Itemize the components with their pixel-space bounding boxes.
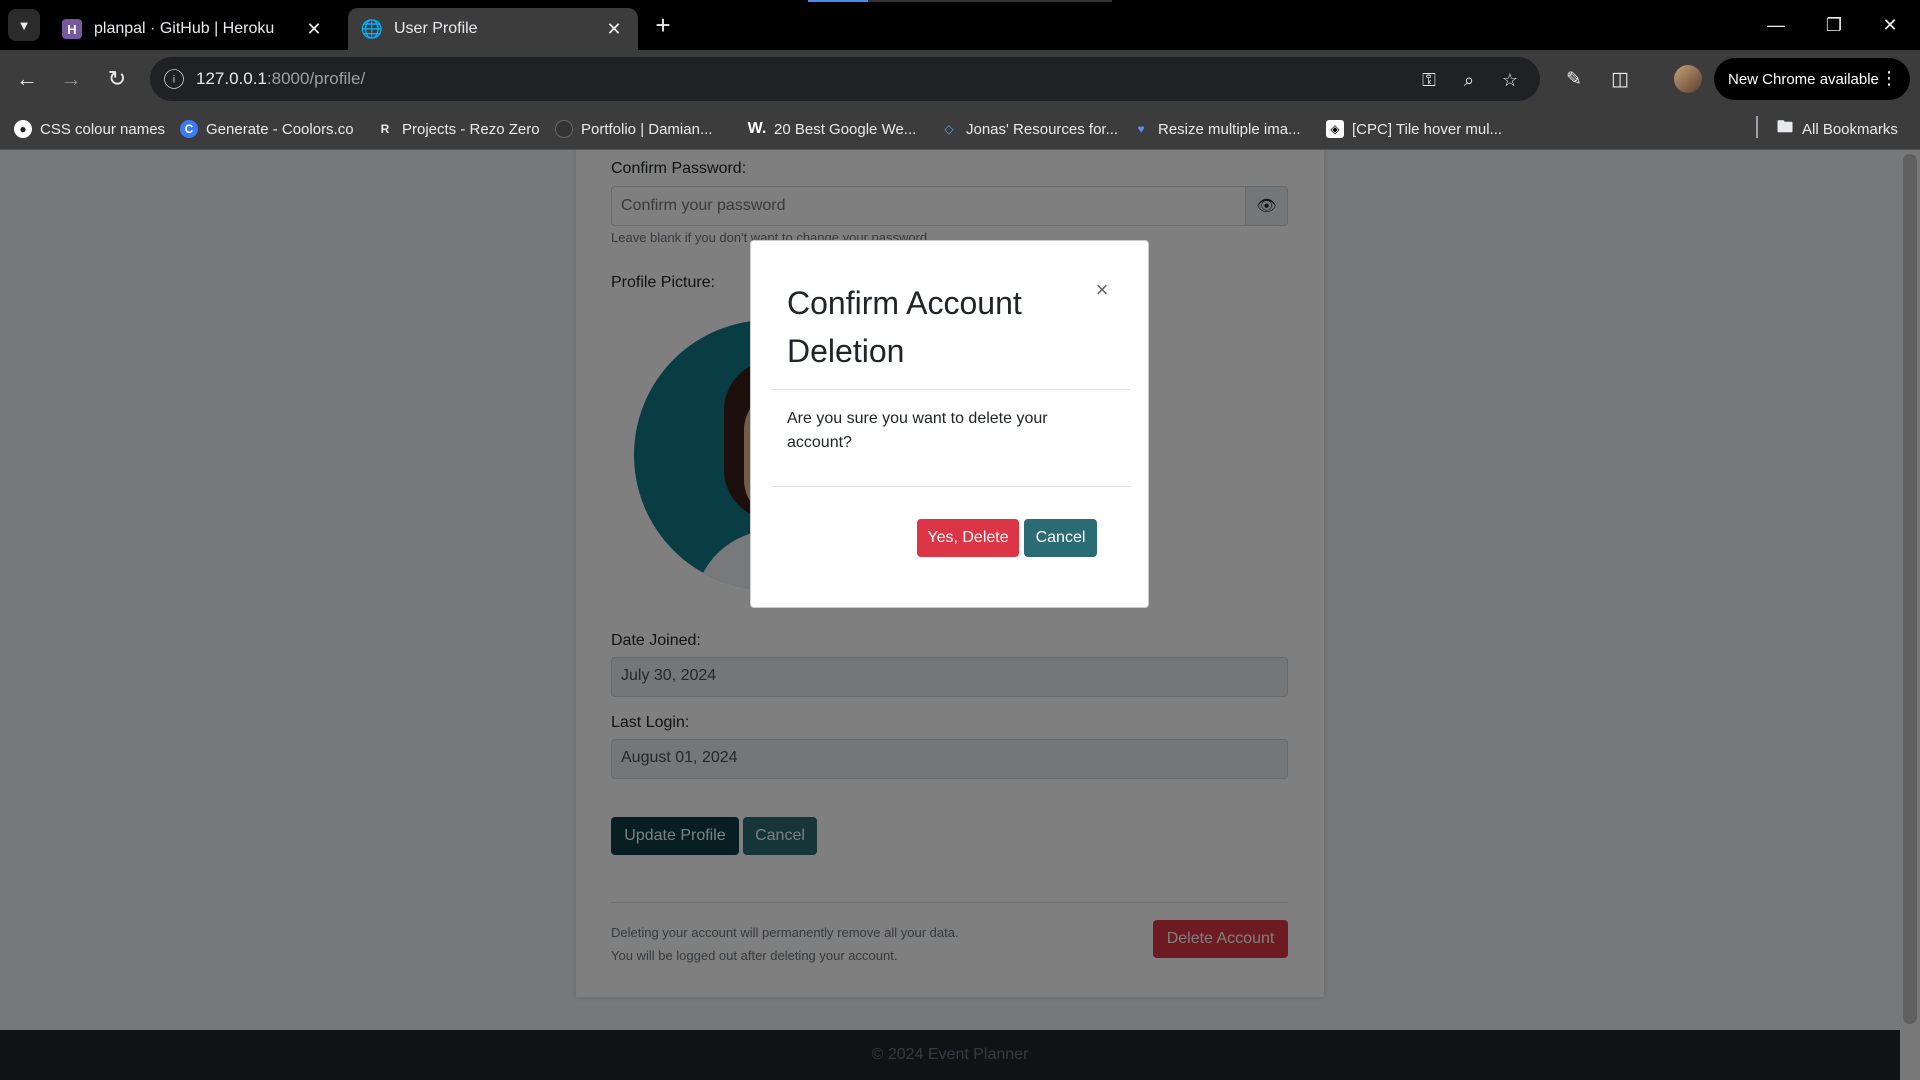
- url-host: 127.0.0.1: [196, 69, 267, 88]
- codepen-icon: ◈: [1326, 120, 1344, 138]
- bookmark-label: Generate - Coolors.co: [206, 120, 354, 138]
- modal-title: Confirm Account Deletion: [787, 285, 1022, 369]
- bookmark-label: 20 Best Google We...: [774, 120, 917, 138]
- site-info-icon[interactable]: i: [164, 69, 184, 89]
- bookmark-label: Resize multiple ima...: [1158, 120, 1301, 138]
- chrome-update-button[interactable]: New Chrome available ⋮: [1714, 58, 1910, 100]
- password-key-icon[interactable]: ⚿: [1416, 67, 1442, 93]
- browser-toolbar: ← → ↻ i 127.0.0.1:8000/profile/ ⚿ ⌕ ☆ ✎ …: [0, 50, 1920, 108]
- profile-avatar[interactable]: [1674, 65, 1702, 93]
- tab-search-chevron-icon[interactable]: ▼: [8, 9, 40, 41]
- more-menu-icon[interactable]: ⋮: [1880, 68, 1898, 89]
- eyedropper-extension-icon[interactable]: ✎: [1560, 65, 1588, 93]
- new-tab-plus-icon[interactable]: +: [650, 12, 676, 38]
- globe-icon: ●: [14, 120, 32, 138]
- forward-arrow-icon[interactable]: →: [55, 63, 87, 95]
- reload-icon[interactable]: ↻: [101, 63, 133, 95]
- bookmark-item[interactable]: ♥ Resize multiple ima...: [1132, 118, 1301, 140]
- bookmark-label: CSS colour names: [40, 120, 166, 138]
- url-path: :8000/profile/: [266, 69, 366, 88]
- confirm-delete-button[interactable]: Yes, Delete: [917, 519, 1019, 557]
- loading-indicator: [808, 0, 1112, 2]
- tab-title: User Profile: [394, 20, 478, 37]
- bookmark-label: Jonas' Resources for...: [966, 120, 1119, 138]
- tab-user-profile[interactable]: 🌐 User Profile ✕: [348, 8, 638, 50]
- bookmark-item[interactable]: C Generate - Coolors.co: [180, 118, 354, 140]
- close-tab-icon[interactable]: ✕: [304, 19, 324, 39]
- all-bookmarks-label: All Bookmarks: [1802, 120, 1898, 138]
- diamond-icon: ◇: [944, 122, 954, 136]
- all-bookmarks[interactable]: 🖿 All Bookmarks: [1776, 118, 1898, 140]
- bookmarks-bar: ● CSS colour names C Generate - Coolors.co…: [0, 108, 1920, 150]
- restore-icon[interactable]: ❐: [1814, 8, 1854, 42]
- w-icon: W.: [747, 120, 767, 137]
- confirm-delete-modal: Confirm Account Deletion × Are you sure …: [750, 240, 1149, 608]
- bookmark-label: [CPC] Tile hover mul...: [1352, 120, 1503, 138]
- close-window-icon[interactable]: ✕: [1870, 8, 1910, 42]
- modal-header-divider: [771, 389, 1130, 390]
- bookmark-label: Projects - Rezo Zero: [402, 120, 540, 138]
- bookmark-item[interactable]: Portfolio | Damian...: [555, 118, 712, 140]
- globe-icon: 🌐: [360, 18, 384, 39]
- tab-title: planpal · GitHub | Heroku: [94, 20, 275, 37]
- url-text[interactable]: 127.0.0.1:8000/profile/: [196, 69, 365, 89]
- tab-strip: ▼ H planpal · GitHub | Heroku ✕ 🌐 User P…: [0, 0, 1920, 50]
- extensions-puzzle-icon[interactable]: ◫: [1606, 65, 1634, 93]
- close-icon[interactable]: ×: [1089, 277, 1115, 303]
- portfolio-icon: [555, 120, 573, 138]
- minimize-icon[interactable]: —: [1756, 8, 1796, 42]
- bookmark-item[interactable]: ● CSS colour names: [14, 118, 165, 140]
- bookmark-star-icon[interactable]: ☆: [1497, 67, 1523, 93]
- close-tab-icon[interactable]: ✕: [604, 19, 624, 39]
- folder-icon: 🖿: [1776, 118, 1793, 136]
- coolors-icon: C: [180, 120, 198, 138]
- heroku-icon: H: [62, 19, 82, 39]
- update-label: New Chrome available: [1728, 70, 1879, 88]
- bookmark-item[interactable]: ◇ Jonas' Resources for...: [940, 118, 1118, 140]
- address-bar[interactable]: i 127.0.0.1:8000/profile/ ⚿ ⌕ ☆: [150, 57, 1540, 101]
- modal-cancel-button[interactable]: Cancel: [1024, 519, 1097, 557]
- bookmarks-divider: [1756, 116, 1758, 138]
- modal-body-text: Are you sure you want to delete your acc…: [787, 410, 1048, 451]
- bookmark-item[interactable]: W. 20 Best Google We...: [747, 118, 917, 140]
- bookmark-label: Portfolio | Damian...: [581, 120, 713, 138]
- page-viewport: Confirm Password: 👁 Leave blank if you d…: [0, 150, 1920, 1080]
- modal-footer-divider: [771, 486, 1130, 487]
- bookmark-item[interactable]: ◈ [CPC] Tile hover mul...: [1326, 118, 1502, 140]
- tab-planpal[interactable]: H planpal · GitHub | Heroku ✕: [48, 8, 338, 50]
- rezo-zero-icon: R: [380, 122, 390, 136]
- zoom-icon[interactable]: ⌕: [1456, 67, 1482, 93]
- back-arrow-icon[interactable]: ←: [11, 63, 43, 95]
- bookmark-item[interactable]: R Projects - Rezo Zero: [376, 118, 540, 140]
- heart-icon: ♥: [1137, 122, 1145, 136]
